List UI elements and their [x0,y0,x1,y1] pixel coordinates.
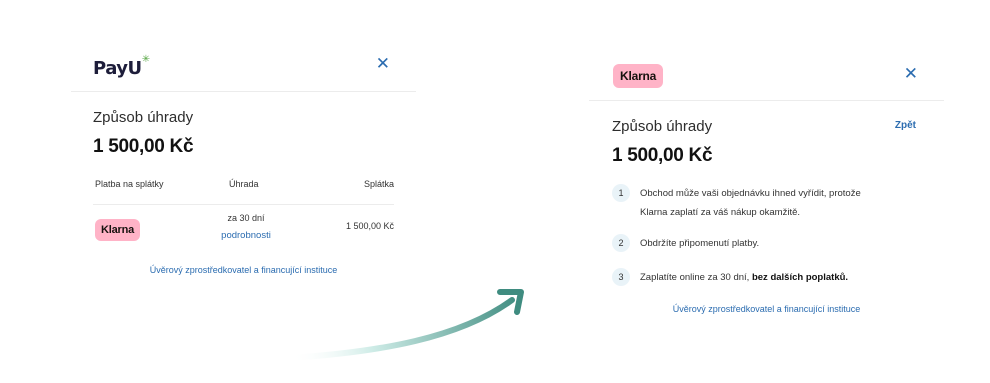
payu-logo-u: U [127,58,143,79]
payment-term: za 30 dní [227,213,265,223]
step-item: 3 Zaplatíte online za 30 dní, bez dalšíc… [612,268,922,287]
step-text-line1: Obchod může vaši objednávku ihned vyřídi… [640,188,861,199]
order-amount: 1 500,00 Kč [612,145,713,166]
column-header-installments: Platba na splátky [95,179,164,189]
step-text-bold: bez dalších poplatků. [751,272,849,283]
payu-logo: PayU ✳ [93,54,150,79]
step-text: Zaplatíte online za 30 dní, bez dalších … [640,268,848,287]
step-text-line2: Klarna zaplatí za váš nákup okamžitě. [640,207,801,218]
step-text: Obchod může vaši objednávku ihned vyřídi… [640,184,861,222]
payment-method-title: Způsob úhrady [612,118,713,135]
back-link[interactable]: Zpět [895,120,916,131]
klarna-option-badge[interactable]: Klarna [95,219,141,241]
dialog-header: Klarna ✕ [589,55,944,101]
step-text-plain: Zaplatíte online za 30 dní, [640,272,752,283]
close-icon[interactable]: ✕ [904,66,918,83]
step-number: 1 [612,184,630,202]
step-number: 2 [612,234,630,252]
installment-amount: 1 500,00 Kč [345,221,394,231]
step-number: 3 [612,268,630,286]
credit-intermediary-link[interactable]: Úvěrový zprostředkovatel a financující i… [589,304,944,314]
credit-intermediary-link[interactable]: Úvěrový zprostředkovatel a financující i… [71,265,416,275]
column-header-payment: Úhrada [229,179,259,189]
payu-payment-dialog: PayU ✳ ✕ Způsob úhrady 1 500,00 Kč Platb… [71,46,416,296]
payu-logo-text: Pay [93,58,128,79]
payu-spark-icon: ✳ [141,54,150,65]
arrow-curve [287,297,515,361]
payment-method-title: Způsob úhrady [93,109,194,126]
close-icon[interactable]: ✕ [376,56,390,73]
order-amount: 1 500,00 Kč [93,136,194,157]
dialog-header: PayU ✳ ✕ [71,46,416,92]
step-item: 1 Obchod může vaši objednávku ihned vyří… [612,184,922,222]
table-divider [93,204,394,205]
details-link[interactable]: podrobnosti [206,230,286,241]
klarna-payment-dialog: Klarna ✕ Způsob úhrady Zpět 1 500,00 Kč … [589,55,944,335]
step-item: 2 Obdržíte připomenutí platby. [612,234,922,253]
step-text: Obdržíte připomenutí platby. [640,238,760,249]
klarna-logo: Klarna [613,64,664,88]
column-header-installment-amount: Splátka [363,179,394,189]
